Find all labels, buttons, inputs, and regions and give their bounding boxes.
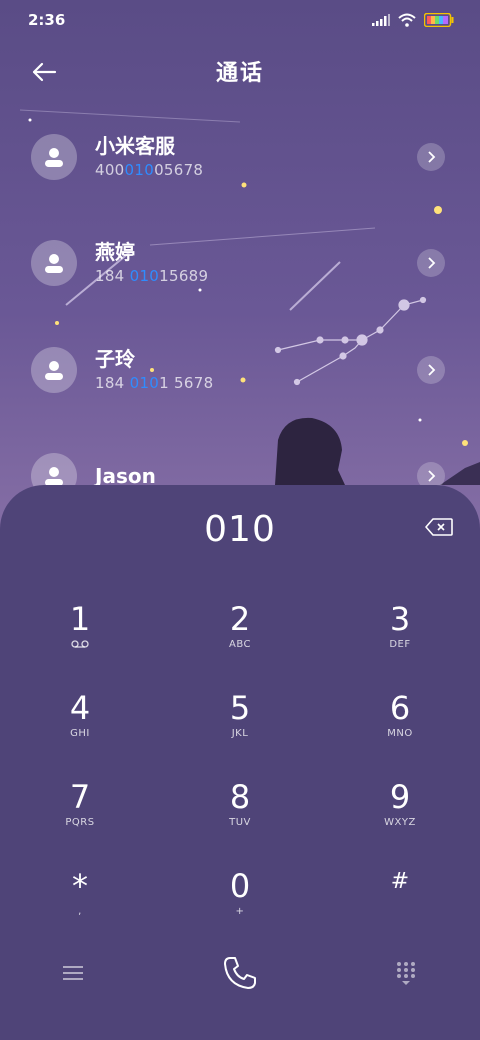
contact-row[interactable]: 小米客服 40001005678	[0, 104, 480, 210]
key-digit: 5	[229, 689, 251, 727]
page-title: 通话	[215, 61, 264, 86]
details-button[interactable]	[417, 249, 445, 277]
backspace-button[interactable]	[422, 515, 456, 539]
contact-name: 燕婷	[95, 240, 135, 264]
person-icon	[45, 361, 63, 380]
person-icon	[45, 148, 63, 167]
key-letters: JKL	[231, 728, 249, 739]
status-bar: 2:36	[0, 0, 480, 40]
menu-button[interactable]	[48, 948, 98, 998]
contact-number: 40001005678	[95, 159, 203, 181]
key-digit: 0	[229, 867, 251, 905]
contact-row[interactable]: 子玲 184 0101 5678	[0, 317, 480, 423]
contact-number: 184 01015689	[95, 265, 208, 287]
key-digit: 9	[389, 778, 411, 816]
key-6[interactable]: 6 MNO	[340, 689, 460, 765]
wifi-icon	[398, 13, 416, 27]
contact-name: 子玲	[95, 347, 135, 371]
contact-text: 小米客服 40001005678	[95, 133, 203, 181]
call-button[interactable]	[215, 948, 265, 998]
key-digit: #	[390, 869, 410, 894]
avatar	[31, 134, 77, 180]
keypad-icon	[397, 962, 415, 985]
key-0[interactable]: 0 +	[180, 867, 300, 943]
number-part: 1 5678	[159, 374, 214, 392]
key-8[interactable]: 8 TUV	[180, 778, 300, 854]
number-part: 400	[95, 161, 125, 179]
number-part: 184	[95, 267, 130, 285]
key-letters: MNO	[387, 728, 413, 739]
details-button[interactable]	[417, 356, 445, 384]
chevron-right-icon	[428, 257, 436, 269]
dialed-number[interactable]: 010	[0, 509, 480, 550]
key-digit: 6	[389, 689, 411, 727]
key-letters: DEF	[389, 639, 411, 650]
key-7[interactable]: 7 PQRS	[20, 778, 140, 854]
key-3[interactable]: 3 DEF	[340, 600, 460, 676]
chevron-right-icon	[428, 364, 436, 376]
number-match: 010	[129, 374, 160, 392]
battery-icon	[424, 13, 454, 27]
key-2[interactable]: 2 ABC	[180, 600, 300, 676]
person-icon	[45, 467, 63, 486]
number-part: 184	[95, 374, 130, 392]
status-time: 2:36	[28, 11, 66, 29]
key-digit: 1	[69, 600, 91, 638]
dial-pad-panel: 010 1 2 ABC 3 DEF 4 GHI 5 JKL 6 MNO 7 PQ…	[0, 485, 480, 1040]
key-digit: 7	[69, 778, 91, 816]
contact-text: 燕婷 184 01015689	[95, 239, 208, 287]
person-icon	[45, 254, 63, 273]
key-1[interactable]: 1	[20, 600, 140, 676]
key-5[interactable]: 5 JKL	[180, 689, 300, 765]
key-4[interactable]: 4 GHI	[20, 689, 140, 765]
key-letters: WXYZ	[384, 817, 416, 828]
backspace-icon	[425, 518, 453, 536]
key-letters: ,	[78, 906, 82, 917]
contact-row[interactable]: 燕婷 184 01015689	[0, 210, 480, 316]
key-star[interactable]: * ,	[20, 867, 140, 943]
number-part: 05678	[154, 161, 204, 179]
voicemail-icon	[71, 640, 89, 648]
key-digit: 8	[229, 778, 251, 816]
key-digit: 4	[69, 689, 91, 727]
key-letters: GHI	[70, 728, 90, 739]
key-digit: 3	[389, 600, 411, 638]
details-button[interactable]	[417, 143, 445, 171]
arrow-left-icon	[32, 62, 57, 82]
number-match: 010	[124, 161, 155, 179]
key-letters: TUV	[229, 817, 251, 828]
header: 通话	[0, 40, 480, 102]
avatar	[31, 240, 77, 286]
chevron-right-icon	[428, 151, 436, 163]
menu-icon	[63, 966, 83, 980]
status-icons	[372, 13, 454, 27]
key-hash[interactable]: #	[340, 867, 460, 943]
keypad-toggle-button[interactable]	[381, 948, 431, 998]
back-button[interactable]	[26, 54, 62, 90]
avatar	[31, 347, 77, 393]
number-match: 010	[129, 267, 160, 285]
key-letters: PQRS	[65, 817, 95, 828]
contact-name: 小米客服	[95, 134, 175, 158]
key-9[interactable]: 9 WXYZ	[340, 778, 460, 854]
number-part: 15689	[159, 267, 209, 285]
contact-text: 子玲 184 0101 5678	[95, 346, 213, 394]
phone-icon	[224, 957, 256, 989]
signal-icon	[372, 14, 390, 26]
key-digit: *	[72, 867, 88, 905]
key-letters: ABC	[228, 639, 251, 650]
chevron-right-icon	[428, 470, 436, 482]
contact-number: 184 0101 5678	[95, 372, 213, 394]
key-letters: +	[235, 906, 245, 917]
key-digit: 2	[229, 600, 251, 638]
